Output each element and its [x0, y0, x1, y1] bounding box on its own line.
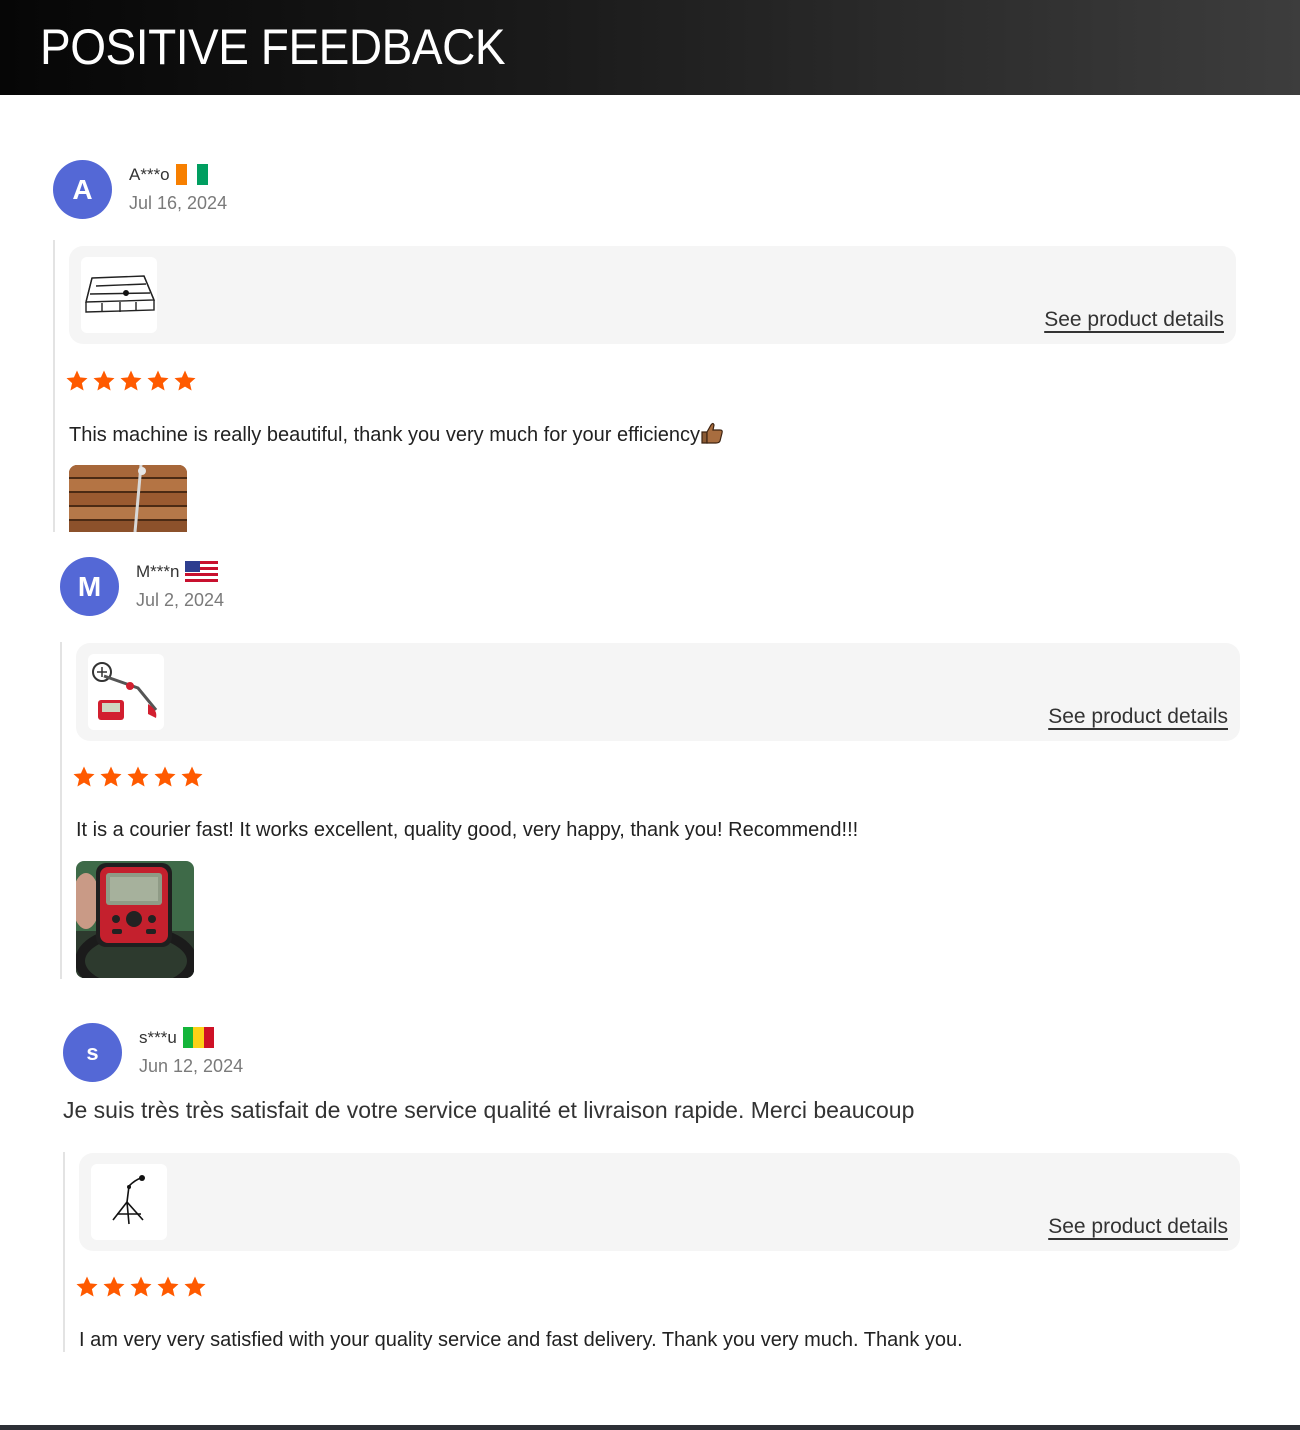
trampoline-frame-icon	[81, 257, 157, 333]
thread-line	[63, 1152, 65, 1352]
usa-flag	[185, 561, 219, 582]
header-banner: POSITIVE FEEDBACK	[0, 0, 1300, 95]
star-icon	[154, 766, 176, 787]
star-icon	[73, 766, 95, 787]
star-rating	[75, 1275, 207, 1299]
star-rating	[65, 369, 197, 393]
username: s***u	[139, 1027, 177, 1047]
username: M***n	[136, 561, 180, 581]
see-product-details-link[interactable]: See product details	[1044, 308, 1224, 332]
review-text: This machine is really beautiful, thank …	[69, 422, 724, 447]
metal-detector-icon	[88, 654, 164, 730]
mali-flag	[182, 1027, 214, 1048]
star-icon	[130, 1276, 152, 1297]
avatar: M	[60, 557, 119, 616]
page-title: POSITIVE FEEDBACK	[40, 19, 506, 75]
star-icon	[174, 370, 196, 391]
ivory-coast-flag	[175, 164, 208, 185]
avatar: s	[63, 1023, 122, 1082]
star-rating	[72, 765, 204, 789]
avatar: A	[53, 160, 112, 219]
product-card[interactable]: See product details	[69, 246, 1236, 344]
star-icon	[181, 766, 203, 787]
star-icon	[66, 370, 88, 391]
star-icon	[157, 1276, 179, 1297]
see-product-details-link[interactable]: See product details	[1048, 1215, 1228, 1239]
star-icon	[103, 1276, 125, 1297]
review-date: Jul 16, 2024	[129, 193, 228, 213]
star-icon	[127, 766, 149, 787]
thread-line	[60, 642, 62, 979]
review-date: Jun 12, 2024	[139, 1056, 244, 1076]
star-icon	[147, 370, 169, 391]
star-icon	[100, 766, 122, 787]
review-comment: Je suis très très satisfait de votre ser…	[63, 1097, 915, 1123]
product-card[interactable]: See product details	[76, 643, 1240, 741]
product-card[interactable]: See product details	[79, 1153, 1240, 1251]
see-product-details-link[interactable]: See product details	[1048, 705, 1228, 729]
review-text: It is a courier fast! It works excellent…	[76, 819, 859, 841]
review-date: Jul 2, 2024	[136, 590, 225, 610]
thumbs-up-icon	[701, 422, 723, 444]
review-text: I am very very satisfied with your quali…	[79, 1329, 963, 1351]
thread-line	[53, 240, 55, 532]
tripod-stand-icon	[91, 1164, 167, 1240]
star-icon	[76, 1276, 98, 1297]
star-icon	[184, 1276, 206, 1297]
username: A***o	[129, 164, 170, 184]
wooden-pallet-photo[interactable]	[69, 465, 187, 532]
star-icon	[93, 370, 115, 391]
metal-detector-screen-photo[interactable]	[76, 861, 194, 978]
star-icon	[120, 370, 142, 391]
bottom-divider	[0, 1425, 1300, 1430]
